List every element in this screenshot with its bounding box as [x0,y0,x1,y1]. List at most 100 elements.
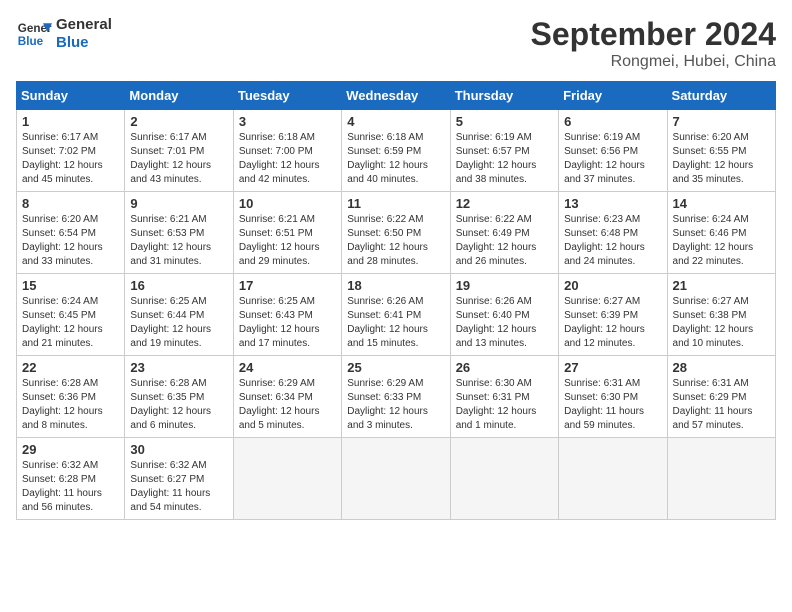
day-info: Sunrise: 6:21 AMSunset: 6:51 PMDaylight:… [239,214,320,267]
col-thursday: Thursday [450,82,558,110]
header-row: Sunday Monday Tuesday Wednesday Thursday… [17,82,776,110]
day-number: 27 [564,360,661,375]
table-row: 24 Sunrise: 6:29 AMSunset: 6:34 PMDaylig… [233,356,341,438]
table-row: 21 Sunrise: 6:27 AMSunset: 6:38 PMDaylig… [667,274,775,356]
calendar-row: 15 Sunrise: 6:24 AMSunset: 6:45 PMDaylig… [17,274,776,356]
day-info: Sunrise: 6:22 AMSunset: 6:49 PMDaylight:… [456,214,537,267]
title-area: September 2024 Rongmei, Hubei, China [531,16,776,71]
day-info: Sunrise: 6:27 AMSunset: 6:38 PMDaylight:… [673,296,754,349]
day-info: Sunrise: 6:28 AMSunset: 6:36 PMDaylight:… [22,378,103,431]
table-row: 7 Sunrise: 6:20 AMSunset: 6:55 PMDayligh… [667,110,775,192]
table-row: 11 Sunrise: 6:22 AMSunset: 6:50 PMDaylig… [342,192,450,274]
day-info: Sunrise: 6:17 AMSunset: 7:02 PMDaylight:… [22,132,103,185]
day-number: 26 [456,360,553,375]
day-number: 16 [130,278,227,293]
day-number: 28 [673,360,770,375]
table-row: 19 Sunrise: 6:26 AMSunset: 6:40 PMDaylig… [450,274,558,356]
calendar-table: Sunday Monday Tuesday Wednesday Thursday… [16,81,776,520]
col-monday: Monday [125,82,233,110]
day-number: 11 [347,196,444,211]
table-row: 5 Sunrise: 6:19 AMSunset: 6:57 PMDayligh… [450,110,558,192]
day-info: Sunrise: 6:21 AMSunset: 6:53 PMDaylight:… [130,214,211,267]
col-saturday: Saturday [667,82,775,110]
day-number: 2 [130,114,227,129]
day-info: Sunrise: 6:25 AMSunset: 6:44 PMDaylight:… [130,296,211,349]
day-number: 21 [673,278,770,293]
day-info: Sunrise: 6:18 AMSunset: 6:59 PMDaylight:… [347,132,428,185]
table-row: 28 Sunrise: 6:31 AMSunset: 6:29 PMDaylig… [667,356,775,438]
day-number: 5 [456,114,553,129]
day-info: Sunrise: 6:29 AMSunset: 6:33 PMDaylight:… [347,378,428,431]
header: General Blue General Blue September 2024… [16,16,776,71]
table-row: 12 Sunrise: 6:22 AMSunset: 6:49 PMDaylig… [450,192,558,274]
col-sunday: Sunday [17,82,125,110]
day-info: Sunrise: 6:32 AMSunset: 6:28 PMDaylight:… [22,460,102,513]
location-title: Rongmei, Hubei, China [531,53,776,71]
day-info: Sunrise: 6:17 AMSunset: 7:01 PMDaylight:… [130,132,211,185]
day-number: 25 [347,360,444,375]
day-info: Sunrise: 6:27 AMSunset: 6:39 PMDaylight:… [564,296,645,349]
day-number: 30 [130,442,227,457]
day-number: 7 [673,114,770,129]
col-tuesday: Tuesday [233,82,341,110]
day-info: Sunrise: 6:26 AMSunset: 6:40 PMDaylight:… [456,296,537,349]
table-row: 13 Sunrise: 6:23 AMSunset: 6:48 PMDaylig… [559,192,667,274]
table-row: 14 Sunrise: 6:24 AMSunset: 6:46 PMDaylig… [667,192,775,274]
svg-text:Blue: Blue [18,35,44,48]
day-number: 18 [347,278,444,293]
table-row: 29 Sunrise: 6:32 AMSunset: 6:28 PMDaylig… [17,438,125,520]
day-number: 9 [130,196,227,211]
table-row: 18 Sunrise: 6:26 AMSunset: 6:41 PMDaylig… [342,274,450,356]
day-number: 8 [22,196,119,211]
table-row [559,438,667,520]
day-info: Sunrise: 6:22 AMSunset: 6:50 PMDaylight:… [347,214,428,267]
table-row: 1 Sunrise: 6:17 AMSunset: 7:02 PMDayligh… [17,110,125,192]
table-row: 25 Sunrise: 6:29 AMSunset: 6:33 PMDaylig… [342,356,450,438]
day-number: 20 [564,278,661,293]
day-info: Sunrise: 6:20 AMSunset: 6:54 PMDaylight:… [22,214,103,267]
day-info: Sunrise: 6:30 AMSunset: 6:31 PMDaylight:… [456,378,537,431]
day-number: 19 [456,278,553,293]
table-row: 27 Sunrise: 6:31 AMSunset: 6:30 PMDaylig… [559,356,667,438]
day-number: 17 [239,278,336,293]
day-info: Sunrise: 6:31 AMSunset: 6:30 PMDaylight:… [564,378,644,431]
day-number: 6 [564,114,661,129]
day-info: Sunrise: 6:18 AMSunset: 7:00 PMDaylight:… [239,132,320,185]
day-info: Sunrise: 6:19 AMSunset: 6:57 PMDaylight:… [456,132,537,185]
month-title: September 2024 [531,16,776,53]
calendar-row: 22 Sunrise: 6:28 AMSunset: 6:36 PMDaylig… [17,356,776,438]
day-info: Sunrise: 6:20 AMSunset: 6:55 PMDaylight:… [673,132,754,185]
table-row: 23 Sunrise: 6:28 AMSunset: 6:35 PMDaylig… [125,356,233,438]
day-number: 4 [347,114,444,129]
day-info: Sunrise: 6:26 AMSunset: 6:41 PMDaylight:… [347,296,428,349]
col-friday: Friday [559,82,667,110]
table-row: 22 Sunrise: 6:28 AMSunset: 6:36 PMDaylig… [17,356,125,438]
table-row: 20 Sunrise: 6:27 AMSunset: 6:39 PMDaylig… [559,274,667,356]
table-row: 17 Sunrise: 6:25 AMSunset: 6:43 PMDaylig… [233,274,341,356]
day-info: Sunrise: 6:24 AMSunset: 6:45 PMDaylight:… [22,296,103,349]
table-row: 16 Sunrise: 6:25 AMSunset: 6:44 PMDaylig… [125,274,233,356]
table-row: 3 Sunrise: 6:18 AMSunset: 7:00 PMDayligh… [233,110,341,192]
day-number: 3 [239,114,336,129]
day-number: 14 [673,196,770,211]
table-row: 9 Sunrise: 6:21 AMSunset: 6:53 PMDayligh… [125,192,233,274]
day-number: 23 [130,360,227,375]
day-info: Sunrise: 6:31 AMSunset: 6:29 PMDaylight:… [673,378,753,431]
table-row [342,438,450,520]
day-number: 24 [239,360,336,375]
day-number: 1 [22,114,119,129]
calendar-row: 8 Sunrise: 6:20 AMSunset: 6:54 PMDayligh… [17,192,776,274]
day-info: Sunrise: 6:19 AMSunset: 6:56 PMDaylight:… [564,132,645,185]
calendar-row: 1 Sunrise: 6:17 AMSunset: 7:02 PMDayligh… [17,110,776,192]
table-row [450,438,558,520]
logo: General Blue General Blue [16,16,112,52]
calendar-row: 29 Sunrise: 6:32 AMSunset: 6:28 PMDaylig… [17,438,776,520]
table-row: 6 Sunrise: 6:19 AMSunset: 6:56 PMDayligh… [559,110,667,192]
day-info: Sunrise: 6:32 AMSunset: 6:27 PMDaylight:… [130,460,210,513]
table-row: 30 Sunrise: 6:32 AMSunset: 6:27 PMDaylig… [125,438,233,520]
table-row: 4 Sunrise: 6:18 AMSunset: 6:59 PMDayligh… [342,110,450,192]
day-number: 13 [564,196,661,211]
day-info: Sunrise: 6:25 AMSunset: 6:43 PMDaylight:… [239,296,320,349]
day-info: Sunrise: 6:29 AMSunset: 6:34 PMDaylight:… [239,378,320,431]
day-info: Sunrise: 6:23 AMSunset: 6:48 PMDaylight:… [564,214,645,267]
